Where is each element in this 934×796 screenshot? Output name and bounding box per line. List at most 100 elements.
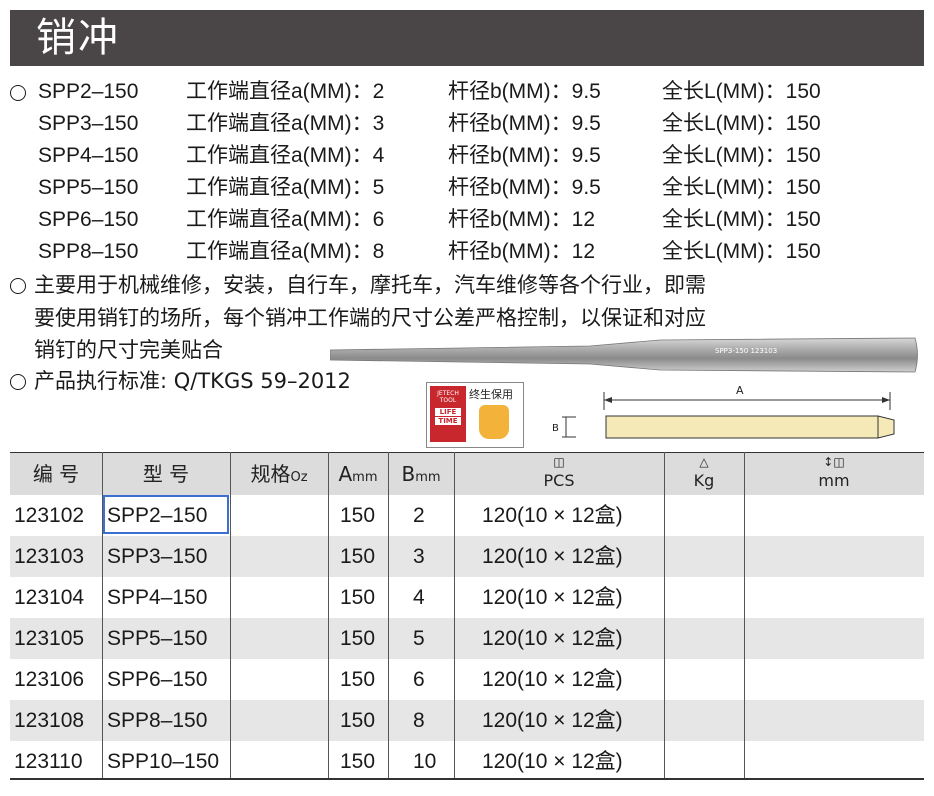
cell-b: 8 xyxy=(413,709,425,732)
spec-shank-diameter: 杆径b(MM)：12 xyxy=(448,240,596,263)
header-spec-main: 规格 xyxy=(250,462,291,486)
cell-pcs: 120(10 × 12盒) xyxy=(482,504,623,527)
spec-shank-diameter: 杆径b(MM)：9.5 xyxy=(448,80,601,103)
pin-punch-image: SPP3-150 123103 xyxy=(330,337,918,373)
header-model: 型 号 xyxy=(142,462,190,486)
cell-b: 6 xyxy=(413,668,425,691)
thumbs-up-icon xyxy=(479,405,509,439)
spec-tip-diameter: 工作端直径a(MM)：4 xyxy=(186,144,385,167)
cell-model[interactable]: SPP5–150 xyxy=(107,618,207,659)
spec-overall-length: 全长L(MM)：150 xyxy=(662,208,821,231)
cell-model[interactable]: SPP4–150 xyxy=(107,577,207,618)
header-a-unit: mm xyxy=(352,470,378,485)
description-line-3: 销钉的尺寸完美贴合 xyxy=(34,338,223,362)
spec-model: SPP3–150 xyxy=(38,112,139,135)
header-code: 编 号 xyxy=(32,462,80,486)
spec-overall-length: 全长L(MM)：150 xyxy=(662,80,821,103)
cell-code: 123105 xyxy=(14,627,85,650)
spec-model: SPP6–150 xyxy=(38,208,139,231)
pin-outline xyxy=(605,415,895,439)
product-engraving: SPP3-150 123103 xyxy=(715,347,777,355)
header-b-unit: mm xyxy=(415,470,441,485)
box-icon: ◫ xyxy=(553,455,565,469)
cell-code: 123106 xyxy=(14,668,85,691)
cell-model[interactable]: SPP3–150 xyxy=(107,536,207,577)
header-mm: ↕◫ mm xyxy=(744,453,924,495)
cell-pcs: 120(10 × 12盒) xyxy=(482,586,623,609)
cell-model[interactable]: SPP8–150 xyxy=(107,700,207,741)
spec-overall-length: 全长L(MM)：150 xyxy=(662,112,821,135)
dimension-b-label: B xyxy=(552,423,559,434)
spec-model: SPP2–150 xyxy=(38,80,139,103)
col-divider xyxy=(328,452,329,778)
cell-model[interactable]: SPP6–150 xyxy=(107,659,207,700)
cell-model[interactable]: SPP10–150 xyxy=(107,741,219,782)
bullet-description xyxy=(10,278,26,294)
spec-line: SPP8–150 工作端直径a(MM)：8 杆径b(MM)：12 全长L(MM)：15… xyxy=(0,237,934,267)
spec-line: SPP4–150 工作端直径a(MM)：4 杆径b(MM)：9.5 全长L(MM)：1… xyxy=(0,141,934,171)
weight-icon: △ xyxy=(699,455,709,469)
header-b: Bmm xyxy=(388,453,454,495)
header-pcs: ◫ PCS xyxy=(454,453,664,495)
dimension-a-label: A xyxy=(736,384,744,397)
cell-a: 150 xyxy=(340,709,376,732)
spec-shank-diameter: 杆径b(MM)：9.5 xyxy=(448,176,601,199)
selected-cell-highlight[interactable] xyxy=(103,495,229,534)
spec-tip-diameter: 工作端直径a(MM)：3 xyxy=(186,112,385,135)
cell-b: 5 xyxy=(413,627,425,650)
spec-tip-diameter: 工作端直径a(MM)：5 xyxy=(186,176,385,199)
cell-code: 123102 xyxy=(14,504,85,527)
life-text: LIFE xyxy=(435,408,461,416)
spec-line: SPP6–150 工作端直径a(MM)：6 杆径b(MM)：12 全长L(MM)：15… xyxy=(0,205,934,235)
table-row: 123110 SPP10–150 150 10 120(10 × 12盒) xyxy=(10,741,924,782)
table-bottom-rule xyxy=(10,778,924,780)
header-spec-unit: Oz xyxy=(290,470,308,485)
brand-name: JETECH xyxy=(437,390,459,397)
cell-code: 123104 xyxy=(14,586,85,609)
spec-overall-length: 全长L(MM)：150 xyxy=(662,176,821,199)
spec-overall-length: 全长L(MM)：150 xyxy=(662,144,821,167)
cell-code: 123103 xyxy=(14,545,85,568)
cell-a: 150 xyxy=(340,668,376,691)
cell-b: 2 xyxy=(413,504,425,527)
cell-pcs: 120(10 × 12盒) xyxy=(482,627,623,650)
cell-a: 150 xyxy=(340,627,376,650)
table-row: 123103 SPP3–150 150 3 120(10 × 12盒) xyxy=(10,536,924,577)
spec-model: SPP5–150 xyxy=(38,176,139,199)
cell-pcs: 120(10 × 12盒) xyxy=(482,709,623,732)
spec-tip-diameter: 工作端直径a(MM)：8 xyxy=(186,240,385,263)
bullet-standard xyxy=(10,374,26,390)
standard-text: 产品执行标准: Q/TKGS 59–2012 xyxy=(34,369,351,393)
cell-a: 150 xyxy=(340,750,376,773)
cell-code: 123110 xyxy=(14,750,83,773)
spec-shank-diameter: 杆径b(MM)：9.5 xyxy=(448,112,601,135)
spec-model: SPP4–150 xyxy=(38,144,139,167)
header-b-main: B xyxy=(401,462,416,486)
lifetime-warranty-badge: JETECH TOOL LIFE TIME 终生保用 xyxy=(426,382,524,448)
header-a-main: A xyxy=(338,462,353,486)
spec-line: SPP2–150 工作端直径a(MM)：2 杆径b(MM)：9.5 全长L(MM)：1… xyxy=(0,77,934,107)
table-row: 123105 SPP5–150 150 5 120(10 × 12盒) xyxy=(10,618,924,659)
spec-model: SPP8–150 xyxy=(38,240,139,263)
dimension-icon: ↕◫ xyxy=(823,455,845,469)
header-spec: 规格Oz xyxy=(230,453,328,495)
spec-line: SPP5–150 工作端直径a(MM)：5 杆径b(MM)：9.5 全长L(MM)：1… xyxy=(0,173,934,203)
spec-shank-diameter: 杆径b(MM)：12 xyxy=(448,208,596,231)
description-line-1: 主要用于机械维修，安装，自行车，摩托车，汽车维修等各个行业，即需 xyxy=(34,273,706,297)
title-bar: 销冲 xyxy=(10,10,924,66)
cell-pcs: 120(10 × 12盒) xyxy=(482,545,623,568)
page-title: 销冲 xyxy=(36,15,120,61)
header-kg: △ Kg xyxy=(664,453,744,495)
col-divider xyxy=(454,452,455,778)
cell-b: 3 xyxy=(413,545,425,568)
description-line-2: 要使用销钉的场所，每个销冲工作端的尺寸公差严格控制，以保证和对应 xyxy=(34,306,706,330)
cell-b: 10 xyxy=(413,750,437,773)
cell-a: 150 xyxy=(340,545,376,568)
col-divider xyxy=(230,452,231,778)
col-divider xyxy=(664,452,665,778)
spec-shank-diameter: 杆径b(MM)：9.5 xyxy=(448,144,601,167)
table-row: 123104 SPP4–150 150 4 120(10 × 12盒) xyxy=(10,577,924,618)
col-divider xyxy=(744,452,745,778)
badge-label: 终生保用 xyxy=(469,388,513,401)
brand-sub: TOOL xyxy=(439,397,457,404)
